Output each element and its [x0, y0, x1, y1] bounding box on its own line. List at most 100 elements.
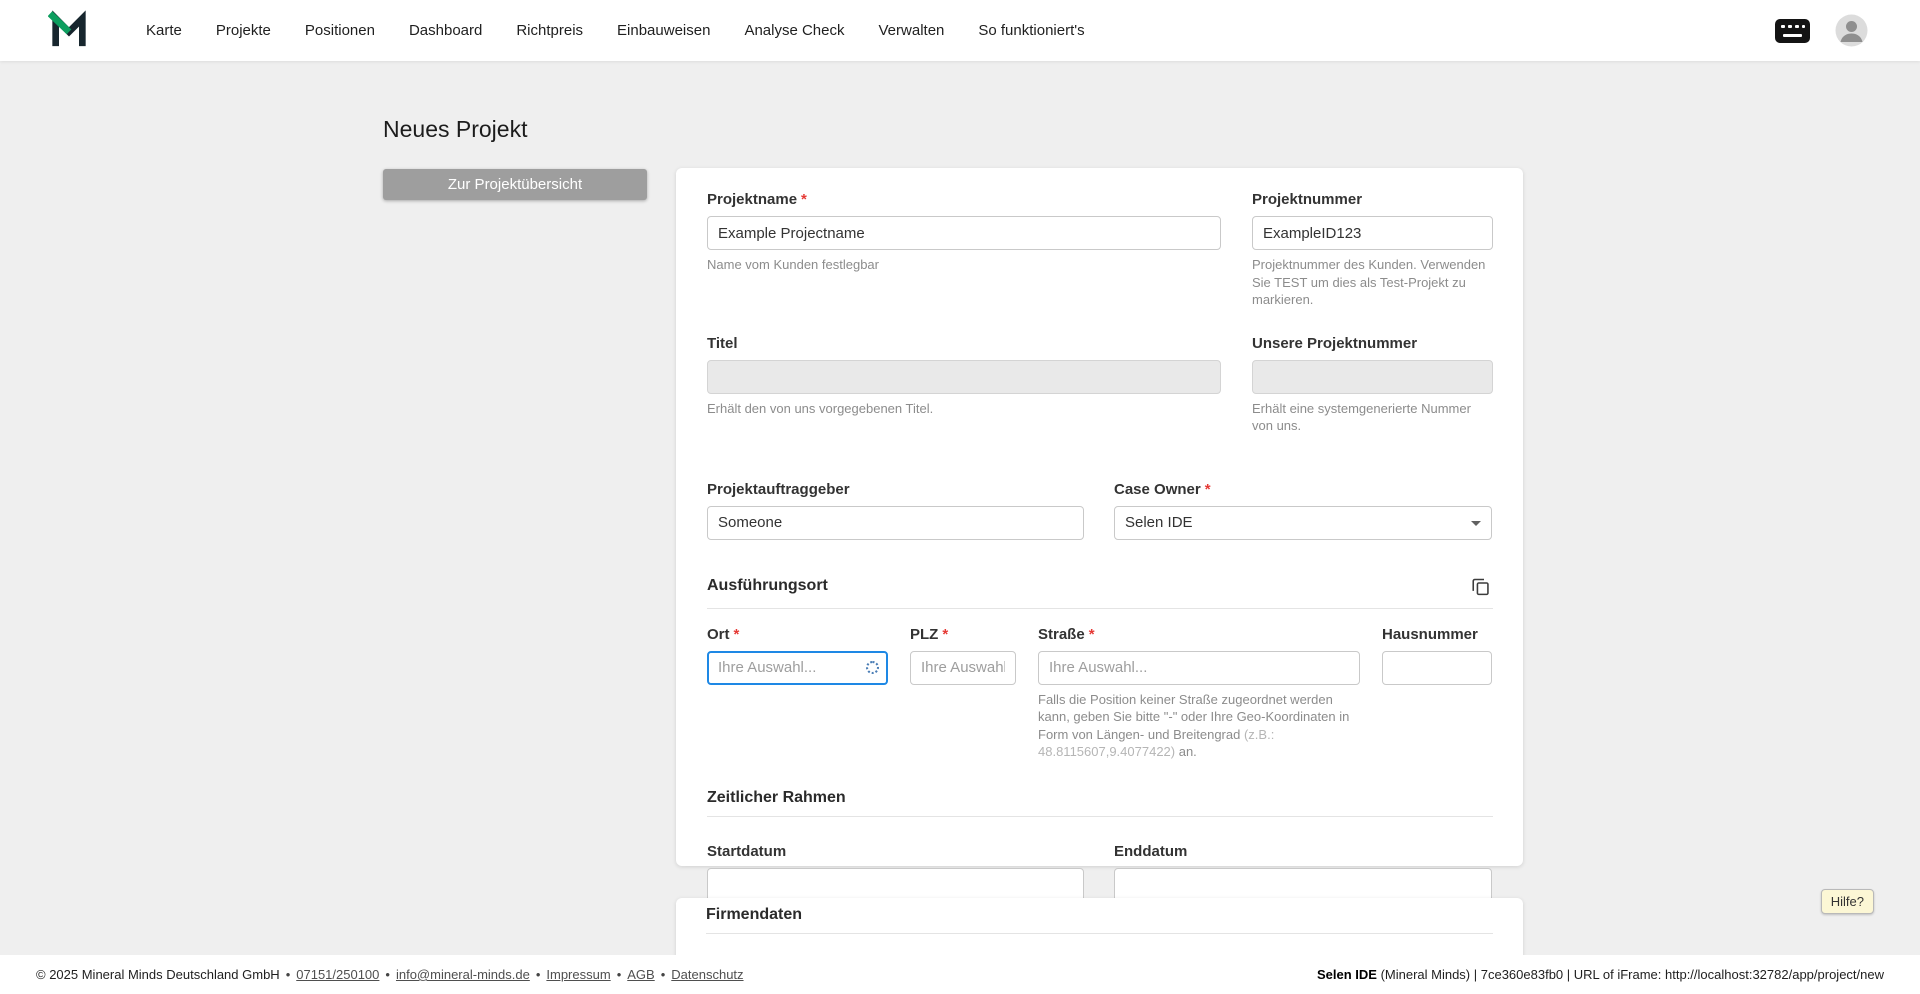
projektnummer-label: Projektnummer	[1252, 191, 1493, 208]
unsere-projektnummer-label: Unsere Projektnummer	[1252, 335, 1493, 352]
field-hausnummer: Hausnummer	[1382, 626, 1492, 761]
impressum-link[interactable]: Impressum	[546, 967, 610, 982]
footer-left: © 2025 Mineral Minds Deutschland GmbH • …	[36, 967, 744, 982]
required-asterisk: *	[733, 625, 740, 643]
unsere-projektnummer-helper: Erhält eine systemgenerierte Nummer von …	[1252, 400, 1471, 434]
nav-item-einbauweisen[interactable]: Einbauweisen	[617, 22, 710, 39]
field-case-owner: Case Owner * Selen IDE	[1114, 481, 1492, 540]
datenschutz-link[interactable]: Datenschutz	[671, 967, 743, 982]
titel-input	[707, 359, 1221, 394]
enddatum-label: Enddatum	[1114, 843, 1492, 860]
help-button[interactable]: Hilfe?	[1820, 889, 1874, 914]
hausnummer-label-text: Hausnummer	[1382, 625, 1478, 643]
titel-label-text: Titel	[707, 334, 738, 352]
brand-logo[interactable]	[47, 8, 90, 53]
projektname-label-text: Projektname	[707, 191, 798, 208]
email-link[interactable]: info@mineral-minds.de	[396, 967, 530, 982]
strasse-helper-end: an.	[1175, 744, 1197, 760]
projektauftraggeber-label: Projektauftraggeber	[707, 481, 1084, 498]
main-nav: Karte Projekte Positionen Dashboard Rich…	[146, 22, 1085, 39]
ort-input-wrap	[707, 650, 888, 685]
separator: •	[660, 967, 666, 982]
projektname-helper: Name vom Kunden festlegbar	[707, 257, 879, 272]
footer: © 2025 Mineral Minds Deutschland GmbH • …	[0, 955, 1920, 994]
required-asterisk: *	[801, 191, 807, 208]
ort-label-text: Ort	[707, 625, 730, 643]
startdatum-label-text: Startdatum	[707, 842, 787, 860]
strasse-label-text: Straße	[1038, 625, 1085, 643]
projektauftraggeber-label-text: Projektauftraggeber	[707, 480, 850, 498]
row-projektname: Projektname * Name vom Kunden festlegbar…	[707, 191, 1493, 309]
nav-item-richtpreis[interactable]: Richtpreis	[516, 22, 583, 39]
field-projektname: Projektname * Name vom Kunden festlegbar	[707, 191, 1221, 309]
projektnummer-label-text: Projektnummer	[1252, 191, 1363, 208]
ort-input[interactable]	[707, 650, 888, 685]
zeitlicher-rahmen-heading: Zeitlicher Rahmen	[707, 788, 846, 806]
row-auftraggeber: Projektauftraggeber Case Owner * Selen I…	[707, 481, 1493, 540]
case-owner-select[interactable]: Selen IDE	[1114, 505, 1492, 540]
nav-item-so-funktionierts[interactable]: So funktioniert's	[978, 22, 1084, 39]
separator: •	[616, 967, 622, 982]
keyboard-icon[interactable]	[1774, 18, 1811, 44]
loading-spinner-icon	[866, 660, 879, 674]
separator: •	[285, 967, 291, 982]
session-details: (Mineral Minds) | 7ce360e83fb0 | URL of …	[1376, 967, 1884, 982]
row-address: Ort * PLZ * Straße * Falls die Position …	[707, 626, 1493, 761]
projektnummer-input[interactable]	[1252, 216, 1493, 250]
strasse-helper: Falls die Position keiner Straße zugeord…	[1038, 691, 1360, 761]
mineral-minds-logo-icon	[47, 8, 90, 53]
nav-item-positionen[interactable]: Positionen	[305, 22, 375, 39]
strasse-input[interactable]	[1038, 650, 1360, 685]
strasse-label: Straße *	[1038, 626, 1360, 643]
ausfuehrungsort-heading: Ausführungsort	[707, 577, 828, 595]
chevron-down-icon	[1471, 520, 1481, 526]
titel-helper: Erhält den von uns vorgegebenen Titel.	[707, 400, 934, 416]
case-owner-selected-value: Selen IDE	[1125, 514, 1193, 532]
nav-item-verwalten[interactable]: Verwalten	[879, 22, 945, 39]
page-title: Neues Projekt	[383, 116, 528, 142]
nav-item-projekte[interactable]: Projekte	[216, 22, 271, 39]
firmendaten-heading: Firmendaten	[706, 906, 803, 923]
nav-item-karte[interactable]: Karte	[146, 22, 182, 39]
unsere-projektnummer-input	[1252, 359, 1493, 394]
plz-label-text: PLZ	[910, 625, 939, 643]
projektauftraggeber-input[interactable]	[707, 505, 1084, 540]
enddatum-input[interactable]	[1114, 867, 1492, 902]
startdatum-input[interactable]	[707, 867, 1084, 902]
new-project-form-card: Projektname * Name vom Kunden festlegbar…	[676, 168, 1523, 902]
field-strasse: Straße * Falls die Position keiner Straß…	[1038, 626, 1360, 761]
row-dates: Startdatum Enddatum	[707, 843, 1493, 902]
field-unsere-projektnummer: Unsere Projektnummer Erhält eine systemg…	[1252, 335, 1493, 435]
hausnummer-input[interactable]	[1382, 650, 1492, 685]
section-firmendaten-header: Firmendaten	[706, 906, 1493, 934]
field-enddatum: Enddatum	[1114, 843, 1492, 902]
strasse-helper-main: Falls die Position keiner Straße zugeord…	[1038, 691, 1350, 742]
section-zeitlicher-rahmen-header: Zeitlicher Rahmen	[707, 789, 1493, 817]
unsere-projektnummer-label-text: Unsere Projektnummer	[1252, 334, 1418, 352]
nav-item-analyse-check[interactable]: Analyse Check	[744, 22, 844, 39]
required-asterisk: *	[942, 625, 949, 643]
back-to-projects-button[interactable]: Zur Projektübersicht	[383, 169, 647, 200]
row-titel: Titel Erhält den von uns vorgegebenen Ti…	[707, 335, 1493, 435]
plz-input[interactable]	[910, 650, 1016, 685]
session-info: Selen IDE (Mineral Minds) | 7ce360e83fb0…	[1317, 967, 1884, 982]
projektnummer-helper: Projektnummer des Kunden. Verwenden Sie …	[1252, 257, 1486, 308]
titel-label: Titel	[707, 335, 1221, 352]
agb-link[interactable]: AGB	[627, 967, 654, 982]
enddatum-label-text: Enddatum	[1114, 842, 1188, 860]
hausnummer-label: Hausnummer	[1382, 626, 1492, 643]
case-owner-label: Case Owner *	[1114, 481, 1492, 498]
user-avatar[interactable]	[1835, 14, 1868, 47]
field-plz: PLZ *	[910, 626, 1016, 761]
required-asterisk: *	[1204, 480, 1211, 498]
field-ort: Ort *	[707, 626, 888, 761]
field-titel: Titel Erhält den von uns vorgegebenen Ti…	[707, 335, 1221, 435]
separator: •	[535, 967, 541, 982]
phone-link[interactable]: 07151/250100	[296, 967, 379, 982]
projektname-label: Projektname *	[707, 191, 1221, 208]
field-startdatum: Startdatum	[707, 843, 1084, 902]
nav-item-dashboard[interactable]: Dashboard	[409, 22, 482, 39]
startdatum-label: Startdatum	[707, 843, 1084, 860]
projektname-input[interactable]	[707, 216, 1221, 250]
copy-icon[interactable]	[1468, 574, 1493, 599]
